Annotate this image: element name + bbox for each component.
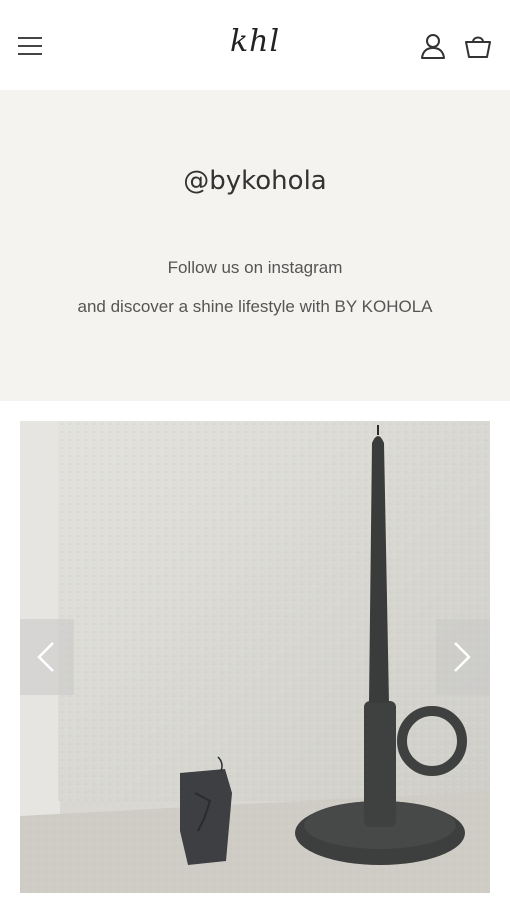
chevron-right-icon — [454, 642, 471, 672]
intro-text-line-2: and discover a shine lifestyle with BY K… — [77, 297, 433, 316]
site-header: khl — [0, 0, 510, 90]
carousel-prev-button[interactable] — [20, 619, 74, 695]
intro-text-line-1: Follow us on instagram — [167, 258, 343, 277]
chevron-left-icon — [37, 642, 54, 672]
account-button[interactable] — [419, 32, 447, 60]
shopping-bag-icon — [465, 36, 491, 58]
instagram-intro: @bykohola Follow us on instagram and dis… — [0, 90, 510, 401]
user-icon — [421, 34, 445, 59]
cart-button[interactable] — [464, 32, 492, 60]
instagram-handle[interactable]: @bykohola — [0, 166, 510, 196]
carousel-image[interactable] — [20, 421, 490, 893]
carousel-next-button[interactable] — [436, 619, 490, 695]
